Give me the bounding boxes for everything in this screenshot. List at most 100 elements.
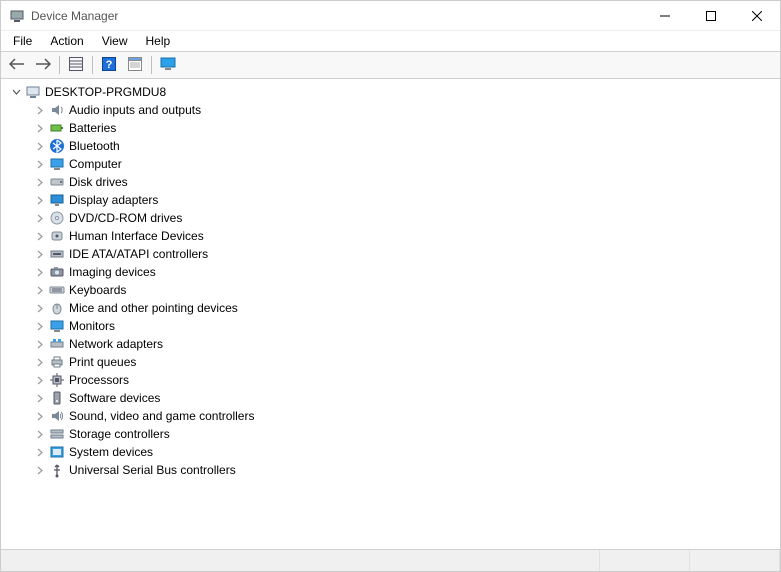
- maximize-button[interactable]: [688, 1, 734, 31]
- toolbar-back-button[interactable]: [5, 54, 29, 76]
- device-tree[interactable]: DESKTOP-PRGMDU8 Audio inputs and outputs…: [1, 79, 780, 549]
- dvd-icon: [49, 210, 65, 226]
- battery-icon: [49, 120, 65, 136]
- tree-category-node[interactable]: Processors: [29, 371, 780, 389]
- tree-category-label: Sound, video and game controllers: [69, 409, 254, 423]
- tree-category-node[interactable]: Display adapters: [29, 191, 780, 209]
- keyboard-icon: [49, 282, 65, 298]
- toolbar-help-button[interactable]: ?: [97, 54, 121, 76]
- close-button[interactable]: [734, 1, 780, 31]
- tree-category-node[interactable]: DVD/CD-ROM drives: [29, 209, 780, 227]
- tree-category-node[interactable]: Sound, video and game controllers: [29, 407, 780, 425]
- chevron-right-icon[interactable]: [33, 157, 47, 171]
- svg-text:?: ?: [106, 59, 113, 71]
- toolbar-scan-button[interactable]: [156, 54, 180, 76]
- tree-category-node[interactable]: Keyboards: [29, 281, 780, 299]
- tree-category-node[interactable]: Bluetooth: [29, 137, 780, 155]
- tree-category-node[interactable]: Batteries: [29, 119, 780, 137]
- tree-category-label: Disk drives: [69, 175, 128, 189]
- chevron-right-icon[interactable]: [33, 445, 47, 459]
- toolbar-show-hidden-button[interactable]: [64, 54, 88, 76]
- menu-view[interactable]: View: [94, 32, 136, 50]
- minimize-button[interactable]: [642, 1, 688, 31]
- tree-category-node[interactable]: Audio inputs and outputs: [29, 101, 780, 119]
- tree-category-node[interactable]: Software devices: [29, 389, 780, 407]
- hid-icon: [49, 228, 65, 244]
- statusbar-pane: [690, 550, 780, 571]
- help-icon: ?: [102, 57, 116, 74]
- menu-action[interactable]: Action: [42, 32, 91, 50]
- titlebar: Device Manager: [1, 1, 780, 31]
- chevron-down-icon[interactable]: [9, 85, 23, 99]
- tree-category-node[interactable]: IDE ATA/ATAPI controllers: [29, 245, 780, 263]
- tree-category-node[interactable]: Network adapters: [29, 335, 780, 353]
- chevron-right-icon[interactable]: [33, 391, 47, 405]
- tree-category-label: IDE ATA/ATAPI controllers: [69, 247, 208, 261]
- menu-file[interactable]: File: [5, 32, 40, 50]
- chevron-right-icon[interactable]: [33, 409, 47, 423]
- chevron-right-icon[interactable]: [33, 247, 47, 261]
- tree-category-node[interactable]: Monitors: [29, 317, 780, 335]
- monitor-icon: [49, 156, 65, 172]
- toolbar-properties-button[interactable]: [123, 54, 147, 76]
- chevron-right-icon[interactable]: [33, 319, 47, 333]
- chevron-right-icon[interactable]: [33, 121, 47, 135]
- chevron-right-icon[interactable]: [33, 193, 47, 207]
- chevron-right-icon[interactable]: [33, 337, 47, 351]
- chevron-right-icon[interactable]: [33, 355, 47, 369]
- tree-category-node[interactable]: Computer: [29, 155, 780, 173]
- tree-category-node[interactable]: System devices: [29, 443, 780, 461]
- chevron-right-icon[interactable]: [33, 175, 47, 189]
- tree-category-label: Computer: [69, 157, 122, 171]
- chevron-right-icon[interactable]: [33, 373, 47, 387]
- tree-category-label: Human Interface Devices: [69, 229, 204, 243]
- ide-icon: [49, 246, 65, 262]
- toolbar: ?: [1, 51, 780, 79]
- chevron-right-icon[interactable]: [33, 139, 47, 153]
- cpu-icon: [49, 372, 65, 388]
- tree-category-label: DVD/CD-ROM drives: [69, 211, 182, 225]
- arrow-left-icon: [9, 58, 25, 73]
- tree-category-label: Universal Serial Bus controllers: [69, 463, 236, 477]
- menu-help[interactable]: Help: [138, 32, 179, 50]
- tree-category-node[interactable]: Universal Serial Bus controllers: [29, 461, 780, 479]
- tree-category-node[interactable]: Human Interface Devices: [29, 227, 780, 245]
- imaging-icon: [49, 264, 65, 280]
- tree-category-label: Imaging devices: [69, 265, 156, 279]
- app-icon: [9, 8, 25, 24]
- properties-icon: [128, 57, 142, 74]
- arrow-right-icon: [35, 58, 51, 73]
- chevron-right-icon[interactable]: [33, 229, 47, 243]
- grid-icon: [69, 57, 83, 74]
- printer-icon: [49, 354, 65, 370]
- chevron-right-icon[interactable]: [33, 427, 47, 441]
- software-icon: [49, 390, 65, 406]
- menubar: File Action View Help: [1, 31, 780, 51]
- tree-category-node[interactable]: Disk drives: [29, 173, 780, 191]
- tree-root-node[interactable]: DESKTOP-PRGMDU8: [9, 83, 780, 101]
- tree-category-label: Storage controllers: [69, 427, 170, 441]
- tree-category-label: Monitors: [69, 319, 115, 333]
- window-title: Device Manager: [31, 9, 642, 23]
- statusbar-pane: [1, 550, 600, 571]
- sound-icon: [49, 408, 65, 424]
- chevron-right-icon[interactable]: [33, 211, 47, 225]
- chevron-right-icon[interactable]: [33, 301, 47, 315]
- chevron-right-icon[interactable]: [33, 283, 47, 297]
- tree-category-node[interactable]: Mice and other pointing devices: [29, 299, 780, 317]
- statusbar: [1, 549, 780, 571]
- usb-icon: [49, 462, 65, 478]
- tree-category-label: Display adapters: [69, 193, 158, 207]
- tree-category-label: Bluetooth: [69, 139, 120, 153]
- chevron-right-icon[interactable]: [33, 463, 47, 477]
- tree-category-node[interactable]: Imaging devices: [29, 263, 780, 281]
- tree-category-label: Audio inputs and outputs: [69, 103, 201, 117]
- tree-category-node[interactable]: Print queues: [29, 353, 780, 371]
- chevron-right-icon[interactable]: [33, 265, 47, 279]
- tree-category-label: Mice and other pointing devices: [69, 301, 238, 315]
- tree-category-node[interactable]: Storage controllers: [29, 425, 780, 443]
- toolbar-separator: [151, 56, 152, 74]
- toolbar-forward-button[interactable]: [31, 54, 55, 76]
- chevron-right-icon[interactable]: [33, 103, 47, 117]
- monitor-scan-icon: [160, 57, 176, 74]
